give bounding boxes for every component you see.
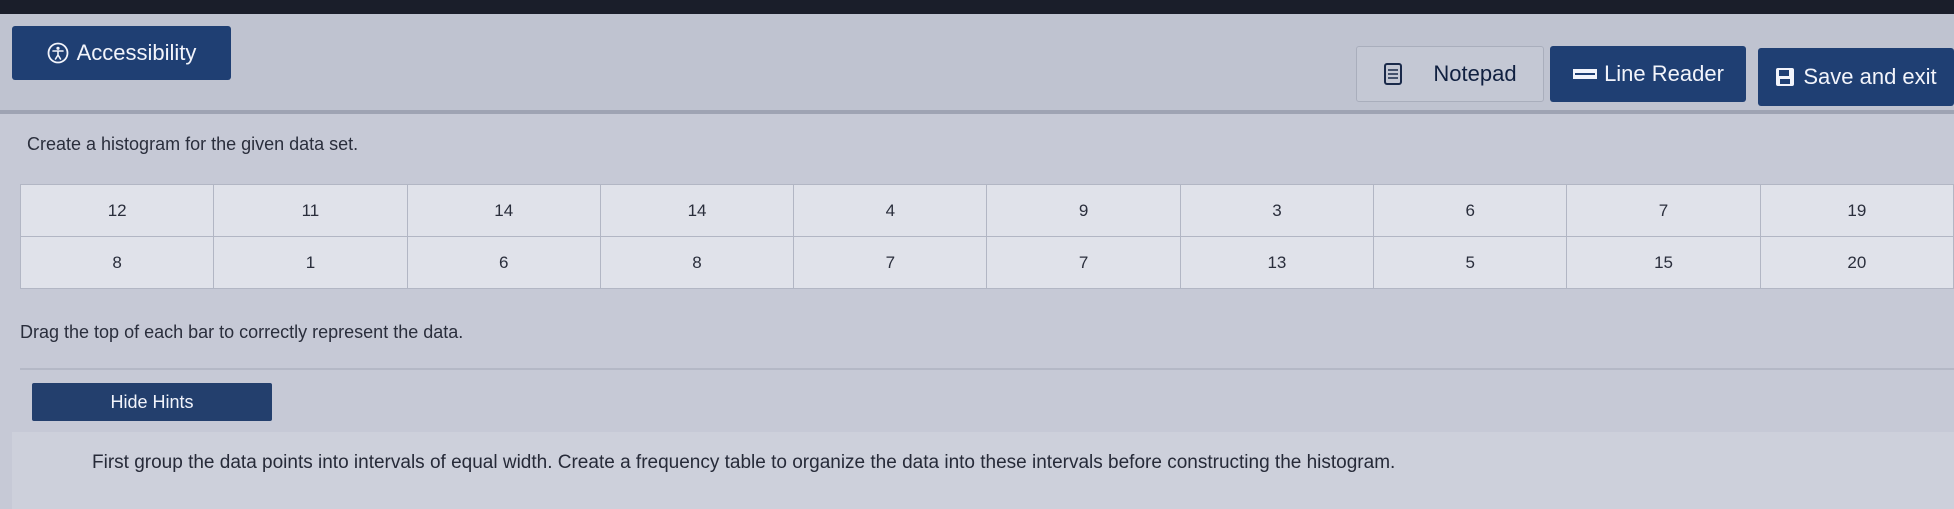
- line-reader-button[interactable]: Line Reader: [1550, 46, 1746, 102]
- data-cell: 1: [213, 236, 408, 289]
- hide-hints-button[interactable]: Hide Hints: [32, 383, 272, 421]
- notepad-label: Notepad: [1433, 61, 1517, 86]
- data-cell: 6: [1373, 184, 1568, 237]
- data-cell: 19: [1759, 184, 1954, 237]
- data-cell: 12: [19, 184, 215, 237]
- save-icon: [1775, 67, 1795, 87]
- data-cell: 20: [1759, 236, 1954, 289]
- data-cell: 7: [986, 236, 1181, 289]
- accessibility-label: Accessibility: [76, 40, 197, 65]
- drag-instruction: Drag the top of each bar to correctly re…: [20, 322, 464, 342]
- divider: [20, 368, 1954, 370]
- data-cell: 14: [599, 184, 795, 237]
- top-dark-strip: [0, 0, 1954, 14]
- accessibility-button[interactable]: Accessibility: [12, 26, 231, 80]
- data-cell: 8: [19, 236, 215, 289]
- hide-hints-label: Hide Hints: [110, 391, 194, 412]
- hint-text: First group the data points into interva…: [92, 452, 1396, 473]
- data-cell: 6: [406, 236, 601, 289]
- line-reader-icon: [1572, 65, 1598, 83]
- question-prompt: Create a histogram for the given data se…: [27, 134, 359, 154]
- data-cell: 13: [1179, 236, 1375, 289]
- line-reader-label: Line Reader: [1604, 61, 1724, 86]
- data-cell: 5: [1373, 236, 1568, 289]
- accessibility-icon: [47, 42, 69, 64]
- data-cell: 4: [793, 184, 988, 237]
- data-cell: 3: [1179, 184, 1375, 237]
- data-set-table: 12 11 14 14 4 9 3 6 7 19 8 1 6 8 7 7 13 …: [19, 184, 1954, 289]
- data-cell: 8: [599, 236, 795, 289]
- notepad-icon: [1383, 62, 1403, 86]
- data-cell: 14: [406, 184, 601, 237]
- data-cell: 9: [986, 184, 1181, 237]
- data-cell: 7: [1566, 184, 1761, 237]
- save-and-exit-button[interactable]: Save and exit: [1758, 48, 1954, 106]
- table-row: 12 11 14 14 4 9 3 6 7 19: [19, 184, 1954, 237]
- data-cell: 7: [793, 236, 988, 289]
- table-row: 8 1 6 8 7 7 13 5 15 20: [19, 236, 1954, 289]
- notepad-button[interactable]: Notepad: [1356, 46, 1544, 102]
- data-cell: 15: [1566, 236, 1761, 289]
- save-and-exit-label: Save and exit: [1803, 64, 1937, 89]
- data-cell: 11: [213, 184, 408, 237]
